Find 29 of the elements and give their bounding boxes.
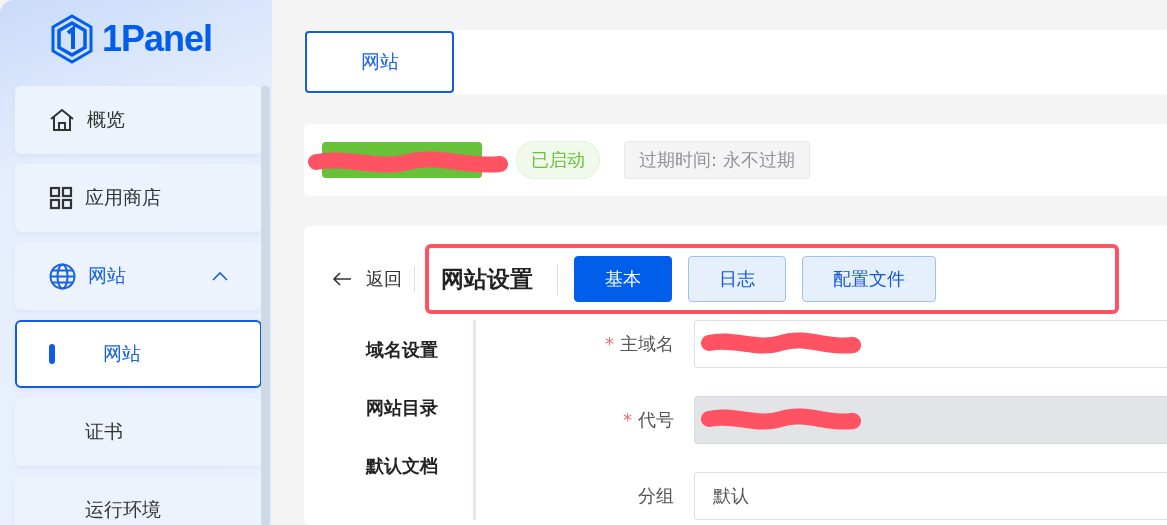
status-tag: 已启动	[516, 141, 600, 179]
sidebar-subitem[interactable]: 网站	[15, 320, 262, 388]
home-icon	[49, 107, 75, 133]
settings-tab[interactable]: 日志	[688, 256, 786, 302]
back-button[interactable]: 返回	[332, 266, 415, 292]
sidebar-item[interactable]: 应用商店	[15, 164, 262, 232]
field-label: 分组	[637, 484, 675, 508]
active-indicator	[49, 344, 55, 364]
section-title: 网站设置	[441, 263, 558, 295]
settings-tab[interactable]: 配置文件	[802, 256, 936, 302]
sidebar-subitem[interactable]: 运行环境	[15, 476, 262, 525]
settings-tab[interactable]: 基本	[574, 256, 672, 302]
field-label: * 主域名	[604, 332, 675, 356]
logo-icon	[50, 14, 94, 64]
back-arrow-icon	[332, 272, 352, 286]
field-label: * 代号	[622, 408, 675, 432]
input-field[interactable]	[694, 320, 1167, 368]
sidebar-item[interactable]: 概览	[15, 86, 262, 154]
globe-icon	[49, 262, 76, 290]
sidebar-item[interactable]: 网站	[15, 242, 262, 310]
tab[interactable]: 网站	[305, 31, 454, 93]
settings-nav-item[interactable]: 域名设置	[366, 338, 473, 362]
settings-nav-item[interactable]: 网站目录	[366, 396, 473, 420]
logo-text: 1Panel	[102, 18, 213, 60]
input-field[interactable]: 默认	[694, 472, 1167, 520]
grid-icon	[49, 186, 73, 210]
expiry-tag: 过期时间: 永不过期	[624, 141, 810, 179]
settings-nav-item[interactable]: 默认文档	[366, 454, 473, 478]
sidebar-subitem[interactable]: 证书	[15, 398, 262, 466]
